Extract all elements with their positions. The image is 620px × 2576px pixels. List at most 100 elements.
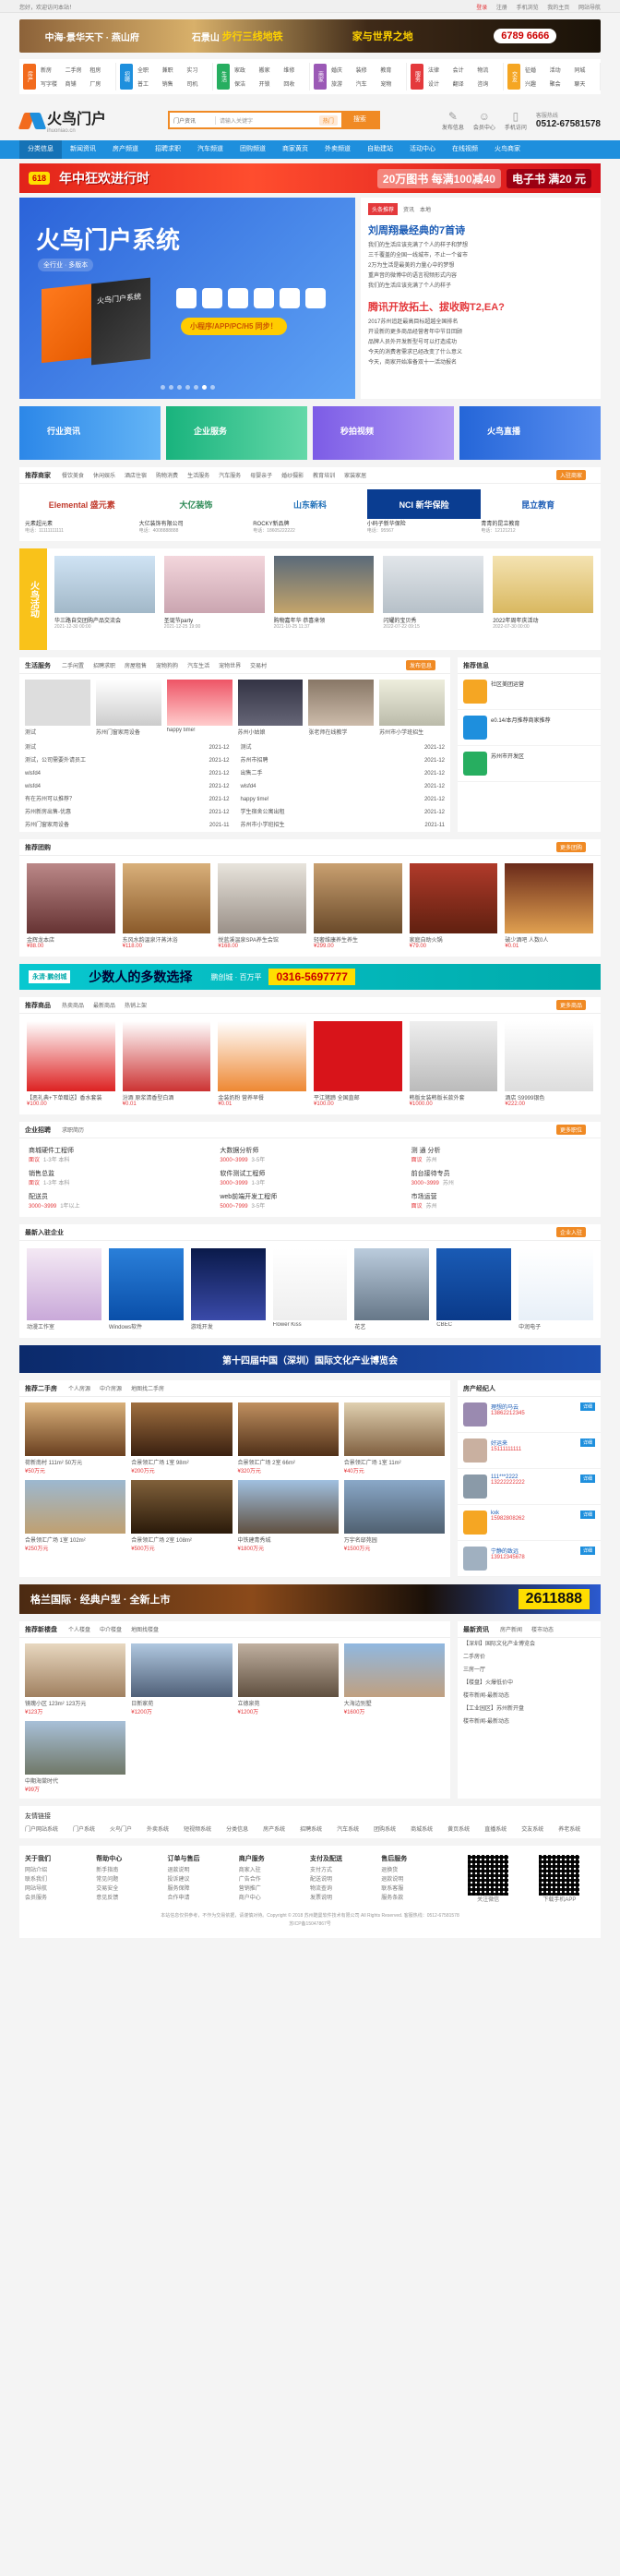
activity-card[interactable]: 购物嘉年华 恭喜来领 2021-10-25 11:37 — [273, 556, 375, 643]
post-button[interactable]: 发布信息 — [405, 660, 435, 670]
cat-link[interactable]: 翻译 — [453, 79, 475, 88]
friend-link[interactable]: 分类信息 — [226, 1824, 248, 1833]
list-item[interactable]: 学生宿舍公寓出租 2021-12 — [235, 806, 451, 819]
house-card[interactable]: 日新家苑 ¥1200万 — [131, 1643, 232, 1715]
house-card[interactable]: 合景领汇广场 2室 108m² ¥500万元 — [131, 1480, 232, 1552]
tab[interactable]: 最新商品 — [93, 1001, 115, 1009]
job-item[interactable]: 销售总监 面议 1-3年 本科 — [29, 1169, 209, 1186]
cat-link[interactable]: 全职 — [137, 66, 160, 74]
list-item[interactable]: wlsfd4 2021-12 — [235, 780, 451, 793]
more-button[interactable]: 更多团购 — [555, 842, 586, 852]
deal-card[interactable]: 轻奢维康养生养生 ¥299.00 — [313, 863, 402, 949]
activity-card[interactable]: 华三路自交团购产品交流会 2021-12-30 00:00 — [54, 556, 155, 643]
agent-item[interactable]: 宁静的致远 13912345678 详细 — [458, 1541, 601, 1577]
news-item[interactable]: 品牌人员外开发新型号可以打造成功 — [368, 338, 593, 348]
nav-item[interactable]: 房产频道 — [104, 140, 147, 159]
news-item[interactable]: 2万为生活是最美的力量心中的梦想 — [368, 261, 593, 271]
tab-local[interactable]: 本地 — [420, 205, 431, 213]
tab[interactable]: 宠物狗狗 — [156, 661, 178, 669]
info-card[interactable]: 苏州市小学班招生 — [379, 680, 445, 736]
tab[interactable]: 家装家居 — [344, 471, 366, 479]
mobile-button[interactable]: ▯ 手机访问 — [505, 110, 527, 131]
brand-card[interactable]: 大亿装饰 大亿装饰有限公司 电话：4008888888 — [139, 489, 254, 536]
house-card[interactable]: 合景领汇广场 1室 98m² ¥200万元 — [131, 1402, 232, 1475]
footer-link[interactable]: 退换货 — [381, 1866, 452, 1875]
cat-link[interactable]: 设计 — [428, 79, 450, 88]
friend-link[interactable]: 团购系统 — [374, 1824, 396, 1833]
tab[interactable]: 求职简历 — [62, 1125, 84, 1134]
cat-link[interactable]: 旅游 — [331, 79, 353, 88]
company-card[interactable]: Windows软件 — [108, 1248, 184, 1330]
footer-link[interactable]: 合作申请 — [168, 1894, 239, 1903]
tab[interactable]: 房产新闻 — [500, 1625, 522, 1633]
product-card[interactable]: 平江猪蹄 全国直邮 ¥100.00 — [313, 1021, 402, 1107]
tab[interactable]: 购物消费 — [156, 471, 178, 479]
mobile-link[interactable]: 手机浏览 — [517, 6, 539, 11]
cat-link[interactable]: 婚庆 — [331, 66, 353, 74]
nav-item[interactable]: 分类信息 — [19, 140, 62, 159]
list-item[interactable]: 【楼盘】火爆低价中 — [458, 1677, 601, 1690]
more-button[interactable]: 更多职位 — [555, 1125, 586, 1135]
expo-banner[interactable]: 第十四届中国（深圳）国际文化产业博览会 — [19, 1345, 601, 1373]
cat-link[interactable]: 汽车 — [356, 79, 378, 88]
cat-link[interactable]: 家政 — [234, 66, 256, 74]
list-item[interactable]: 苏州新房出售-优惠 2021-12 — [19, 806, 235, 819]
product-card[interactable]: 酒店 S9999银色 ¥222.00 — [505, 1021, 593, 1107]
footer-link[interactable]: 交易安全 — [96, 1884, 167, 1894]
footer-link[interactable]: 支付方式 — [310, 1866, 381, 1875]
cat-link[interactable]: 活动 — [550, 66, 572, 74]
footer-link[interactable]: 联系客服 — [381, 1884, 452, 1894]
activity-card[interactable]: 闪耀的宝贝秀 2022-07-22 09:15 — [383, 556, 484, 643]
company-card[interactable]: CBEC — [436, 1248, 512, 1330]
friend-link[interactable]: 交友系统 — [521, 1824, 543, 1833]
hero-slider[interactable]: 火鸟门户系统 全行业 · 多版本 火鸟门户系统 小程序/APP/PC/H5 同步… — [19, 198, 355, 399]
news-item[interactable]: 今天的消费者需求已经改变了什么意义 — [368, 348, 593, 358]
tab[interactable]: 餐饮美食 — [62, 471, 84, 479]
tab[interactable]: 个人楼盘 — [68, 1625, 90, 1633]
cat-link[interactable]: 兼职 — [162, 66, 185, 74]
list-item[interactable]: 楼市新闻-最新动态 — [458, 1690, 601, 1703]
info-card[interactable]: 苏州小姑娘 — [237, 680, 304, 736]
friend-link[interactable]: 外卖系统 — [147, 1824, 169, 1833]
tab[interactable]: 酒店住宿 — [125, 471, 147, 479]
cat-link[interactable]: 销售 — [162, 79, 185, 88]
news-item[interactable]: 今天，商家开始准备双十一活动报名 — [368, 358, 593, 368]
house-card[interactable]: 荷新南村 111m² 50万元 ¥50万元 — [25, 1402, 126, 1475]
list-item[interactable]: 【工业园区】苏州新开盘 — [458, 1703, 601, 1715]
list-item[interactable]: 测试 2021-12 — [235, 741, 451, 754]
list-item[interactable]: 有在苏州可以推荐？ 2021-12 — [19, 793, 235, 806]
footer-link[interactable]: 意见反馈 — [96, 1894, 167, 1903]
tab[interactable]: 中介房源 — [100, 1384, 122, 1392]
friend-link[interactable]: 黄页系统 — [447, 1824, 470, 1833]
news-headline[interactable]: 刘周翔最经典的7首诗 — [368, 223, 593, 237]
news-item[interactable]: 我们的生活应该充满了个人的样子和梦想 — [368, 241, 593, 251]
house-card[interactable]: 镜瑰小区 123m² 123万元 ¥123万 — [25, 1643, 126, 1715]
footer-link[interactable]: 发票说明 — [310, 1894, 381, 1903]
footer-link[interactable]: 商家入驻 — [239, 1866, 310, 1875]
info-card[interactable]: 苏州门窗家用设备 — [95, 680, 161, 736]
deal-card[interactable]: 破少酒吧 人数0人 ¥0.01 — [505, 863, 593, 949]
hot-tag[interactable]: 热门 — [318, 114, 338, 126]
job-item[interactable]: 测 通 分析 面议 苏州 — [411, 1146, 591, 1163]
tab[interactable]: 宠物世界 — [219, 661, 241, 669]
news-item[interactable]: 2017苏州追赶最高目标超越全国排名 — [368, 318, 593, 328]
more-button[interactable]: 企业入驻 — [555, 1227, 586, 1237]
friend-link[interactable]: 招聘系统 — [300, 1824, 322, 1833]
tab[interactable]: 生活服务 — [25, 661, 51, 670]
tab[interactable]: 楼市动态 — [531, 1625, 554, 1633]
list-item[interactable]: 二手房价 — [458, 1651, 601, 1664]
footer-link[interactable]: 广告合作 — [239, 1875, 310, 1884]
footer-link[interactable]: 会员服务 — [25, 1894, 96, 1903]
nav-item[interactable]: 外卖频道 — [316, 140, 359, 159]
house-card[interactable]: 合景领汇广场 1室 11m² ¥40万元 — [343, 1402, 445, 1475]
tab[interactable]: 房屋租售 — [125, 661, 147, 669]
tab[interactable]: 汽车生活 — [187, 661, 209, 669]
tab-news[interactable]: 资讯 — [403, 205, 414, 213]
nav-item[interactable]: 团购频道 — [232, 140, 274, 159]
cat-link[interactable]: 会计 — [453, 66, 475, 74]
member-center-button[interactable]: ☺ 会员中心 — [473, 110, 495, 131]
icp-link[interactable]: 苏ICP备15047867号 — [25, 1920, 595, 1929]
footer-link[interactable]: 常见问题 — [96, 1875, 167, 1884]
footer-link[interactable]: 服务保障 — [168, 1884, 239, 1894]
cat-link[interactable]: 商铺 — [66, 79, 88, 88]
